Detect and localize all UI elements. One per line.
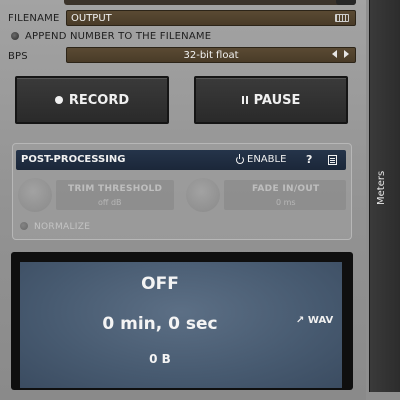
pause-button[interactable]: PAUSE <box>194 76 348 124</box>
fade-in-out-knob[interactable] <box>186 178 220 212</box>
status-readout: OFF <box>141 274 179 294</box>
filename-label: FILENAME <box>8 13 60 24</box>
enable-label: ENABLE <box>247 154 287 165</box>
bps-selector[interactable]: 32-bit float <box>66 47 356 63</box>
fade-in-out-label: FADE IN/OUT <box>252 184 320 194</box>
format-switch[interactable]: ↗ WAV <box>296 315 333 326</box>
post-processing-title: POST-PROCESSING <box>21 154 126 165</box>
top-field-edge <box>64 0 356 5</box>
filename-field[interactable]: OUTPUT <box>66 10 356 26</box>
top-button-edge[interactable] <box>336 0 356 5</box>
keyboard-icon[interactable] <box>335 14 349 22</box>
meters-label: Meters <box>376 170 387 205</box>
arrow-right-icon[interactable] <box>344 50 349 58</box>
enable-toggle[interactable]: ENABLE <box>236 153 287 165</box>
append-number-label[interactable]: APPEND NUMBER TO THE FILENAME <box>25 31 211 42</box>
filename-value: OUTPUT <box>71 13 112 24</box>
swap-arrow-icon: ↗ <box>296 315 305 326</box>
record-button[interactable]: RECORD <box>15 76 169 124</box>
append-toggle-led[interactable] <box>11 32 19 40</box>
record-button-label: RECORD <box>68 92 130 108</box>
help-icon[interactable]: ? <box>306 153 312 166</box>
normalize-led[interactable] <box>20 222 28 230</box>
normalize-label[interactable]: NORMALIZE <box>34 222 90 232</box>
trim-threshold-knob[interactable] <box>18 178 52 212</box>
trim-threshold-label: TRIM THRESHOLD <box>68 184 163 194</box>
format-label: WAV <box>307 315 334 326</box>
pause-button-label: PAUSE <box>253 92 301 108</box>
size-readout: 0 B <box>149 352 171 366</box>
bps-label: BPS <box>8 51 28 62</box>
bps-value: 32-bit float <box>183 50 239 61</box>
menu-icon[interactable] <box>328 155 337 165</box>
post-processing-header: POST-PROCESSING ENABLE ? <box>16 150 346 170</box>
fade-in-out-value: 0 ms <box>276 198 296 207</box>
trim-threshold-value: off dB <box>98 198 122 207</box>
pause-icon <box>241 96 248 104</box>
record-dot-icon <box>54 96 63 104</box>
arrow-left-icon[interactable] <box>332 50 337 58</box>
power-icon <box>236 153 244 164</box>
time-readout: 0 min, 0 sec <box>102 314 218 334</box>
